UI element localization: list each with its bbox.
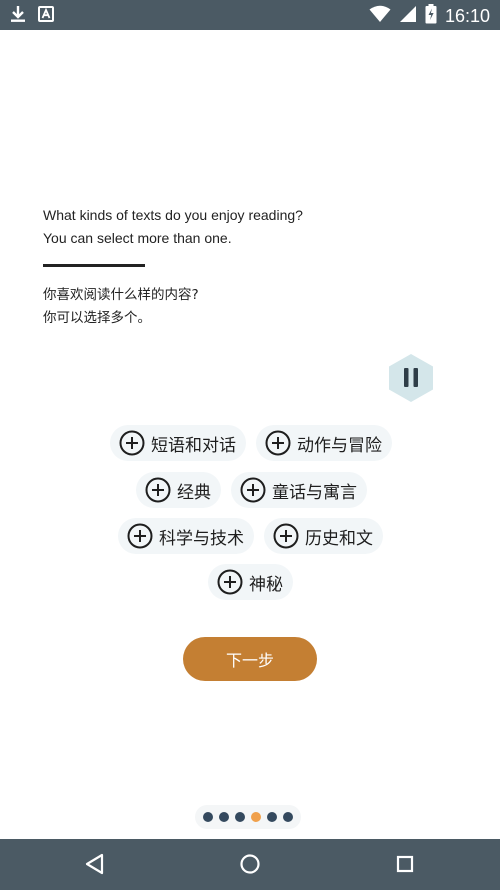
signal-icon: [399, 5, 417, 27]
divider: [43, 264, 145, 267]
page-indicator: [195, 805, 301, 829]
chip-science-tech[interactable]: 科学与技术: [118, 518, 254, 554]
back-icon: [85, 853, 104, 875]
chip-phrases-dialogue[interactable]: 短语和对话: [110, 425, 246, 461]
chip-label: 动作与冒险: [297, 435, 382, 456]
status-clock: 16:10: [444, 6, 490, 26]
chip-action-adventure[interactable]: 动作与冒险: [256, 425, 392, 461]
chip-label: 历史和文: [305, 528, 373, 549]
back-button[interactable]: [78, 849, 112, 879]
add-icon: [265, 430, 291, 456]
status-bar: 16:10: [0, 0, 500, 30]
prompt-question: What kinds of texts do you enjoy reading…: [43, 207, 303, 223]
prompt-chinese: 你喜欢阅读什么样的内容? 你可以选择多个。: [43, 284, 443, 330]
prompt-english: What kinds of texts do you enjoy reading…: [43, 204, 443, 250]
add-icon: [217, 569, 243, 595]
add-icon: [127, 523, 153, 549]
home-button[interactable]: [233, 849, 267, 879]
page-dot: [203, 812, 213, 822]
chip-label: 童话与寓言: [272, 482, 357, 503]
wifi-icon: [369, 5, 391, 27]
pause-icon: [389, 354, 433, 402]
app-screen: 16:10 What kinds of texts do you enjoy r…: [0, 0, 500, 890]
battery-icon: [425, 4, 437, 28]
status-right-icons: 16:10: [369, 4, 490, 28]
page-dot: [219, 812, 229, 822]
download-icon: [10, 5, 26, 27]
chip-label: 科学与技术: [159, 528, 244, 549]
page-dot-active: [251, 812, 261, 822]
home-icon: [240, 854, 260, 874]
navigation-bar: [0, 839, 500, 890]
recents-icon: [396, 855, 414, 873]
page-dot: [267, 812, 277, 822]
prompt-question-zh: 你喜欢阅读什么样的内容?: [43, 287, 199, 303]
chip-label: 短语和对话: [151, 435, 236, 456]
prompt-instruction-zh: 你可以选择多个。: [43, 310, 151, 326]
pause-button[interactable]: [387, 353, 435, 403]
add-icon: [145, 477, 171, 503]
chip-classics[interactable]: 经典: [136, 472, 221, 508]
chip-history-culture[interactable]: 历史和文: [264, 518, 383, 554]
a-icon: [38, 6, 54, 26]
prompt-instruction: You can select more than one.: [43, 230, 232, 246]
next-button[interactable]: 下一步: [183, 637, 317, 681]
status-left-icons: [10, 5, 54, 27]
page-dot: [283, 812, 293, 822]
chip-label: 神秘: [249, 574, 283, 595]
add-icon: [273, 523, 299, 549]
chip-mystery[interactable]: 神秘: [208, 564, 293, 600]
chip-label: 经典: [177, 482, 211, 503]
page-dot: [235, 812, 245, 822]
add-icon: [240, 477, 266, 503]
recents-button[interactable]: [388, 849, 422, 879]
chip-fairy-tales[interactable]: 童话与寓言: [231, 472, 367, 508]
add-icon: [119, 430, 145, 456]
